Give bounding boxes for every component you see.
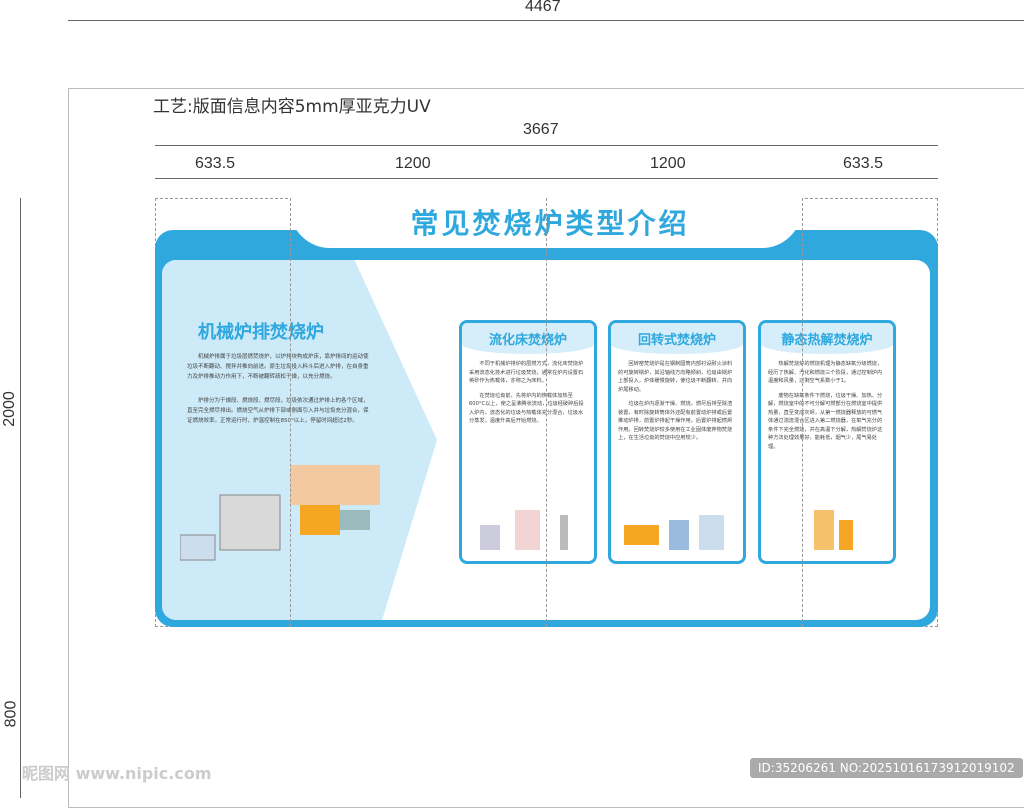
card-heading: 回转式焚烧炉 [611,323,743,354]
pyrolysis-diagram [814,510,853,550]
card-fluidized-bed: 流化床焚烧炉 不同于机械炉排炉的层燃方式，流化床焚烧炉采用流态化技术进行垃圾焚烧… [459,320,597,564]
process-note: 工艺:版面信息内容5mm厚亚克力UV [153,97,431,117]
main-paragraph: 机械炉排属于垃圾层燃焚烧炉，以炉排块构成炉床，靠炉排间的运动使垃圾不断翻动、搅拌… [187,354,369,380]
dimension-board-width: 3667 [523,121,559,138]
dimension-line-segments [155,178,938,179]
guide-line [802,198,803,627]
watermark-id: ID:35206261 NO:20251016173912019102 [750,758,1023,778]
dimension-segment: 633.5 [195,155,236,172]
card-paragraph: 垃圾在炉内逐渐干燥、燃烧，燃尽后排至除渣装置，有时除旋转筒体外还配有前置动炉排或… [618,401,733,441]
dimension-segment: 1200 [395,155,431,172]
guide-line [546,198,547,627]
rotary-kiln-diagram [624,515,724,550]
fluidized-bed-diagram [480,510,568,550]
dimension-segment: 633.5 [843,155,884,172]
grate-furnace-diagram [180,465,380,561]
card-paragraph: 热解焚烧炉的燃烧机理为静态缺氧分级燃烧，经历了热解、汽化和燃烧三个阶段，通过控制… [768,361,883,384]
board-title: 常见焚烧炉类型介绍 [410,207,690,240]
card-heading: 流化床焚烧炉 [462,323,594,354]
main-paragraph: 炉排分为干燥段、燃烧段、燃尽段，垃圾依次通过炉排上的各个区域，直至完全燃尽排出。… [187,398,369,424]
guide-line [290,198,291,627]
main-heading: 机械炉排焚烧炉 [198,322,324,343]
dimension-total-width: 4467 [525,0,561,15]
dimension-height: 2000 [0,391,18,427]
card-rotary-kiln: 回转式焚烧炉 回转窑焚烧炉是在钢制圆筒内部衬设耐火涂料的可旋转锅炉，其沿轴线方向… [608,320,746,564]
card-paragraph: 在焚烧垃圾前，先将炉内的热载体加热至600°C以上，使之呈沸腾状流动，垃圾经破碎… [469,392,584,425]
dimension-line-total [68,20,1024,21]
dimension-line-board [155,145,938,146]
watermark-site: 昵图网 www.nipic.com [22,764,212,783]
card-paragraph: 废物在缺氧条件下燃烧，垃圾干燥、加热、分解，燃烧室中的不可分解可燃部分在燃烧室中… [768,392,883,450]
card-paragraph: 回转窑焚烧炉是在钢制圆筒内部衬设耐火涂料的可旋转锅炉，其沿轴线方向略倾斜，垃圾由… [618,361,733,393]
card-static-pyrolysis: 静态热解焚烧炉 热解焚烧炉的燃烧机理为静态缺氧分级燃烧，经历了热解、汽化和燃烧三… [758,320,896,564]
dimension-segment: 1200 [650,155,686,172]
card-paragraph: 不同于机械炉排炉的层燃方式，流化床焚烧炉采用流态化技术进行垃圾焚烧，通常在炉内设… [469,361,584,384]
dimension-base: 800 [2,700,20,728]
card-heading: 静态热解焚烧炉 [761,323,893,354]
